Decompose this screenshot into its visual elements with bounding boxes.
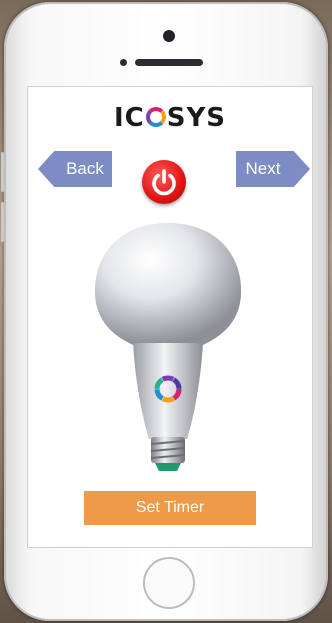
set-timer-label: Set Timer xyxy=(135,499,205,516)
next-button[interactable]: Next xyxy=(236,151,310,187)
logo-text-end: SYS xyxy=(166,103,227,133)
volume-button xyxy=(1,202,4,242)
app-logo: IC SYS xyxy=(28,103,312,133)
next-button-label: Next xyxy=(245,159,281,178)
multicolor-aperture-icon xyxy=(145,107,166,127)
power-icon xyxy=(152,169,176,196)
back-button[interactable]: Back xyxy=(38,151,112,187)
app-screen: IC SYS Back Next Set Timer xyxy=(28,87,312,547)
sensor-icon xyxy=(120,59,127,66)
phone-frame: IC SYS Back Next Set Timer xyxy=(1,2,328,621)
logo-text-start: IC xyxy=(113,103,145,133)
earpiece-speaker xyxy=(135,59,203,66)
volume-button xyxy=(1,152,4,192)
front-camera-icon xyxy=(163,30,175,42)
light-bulb-icon[interactable] xyxy=(83,217,253,477)
back-button-label: Back xyxy=(66,159,104,178)
power-button[interactable] xyxy=(142,160,186,204)
home-button[interactable] xyxy=(143,557,195,609)
set-timer-button[interactable]: Set Timer xyxy=(84,491,256,525)
